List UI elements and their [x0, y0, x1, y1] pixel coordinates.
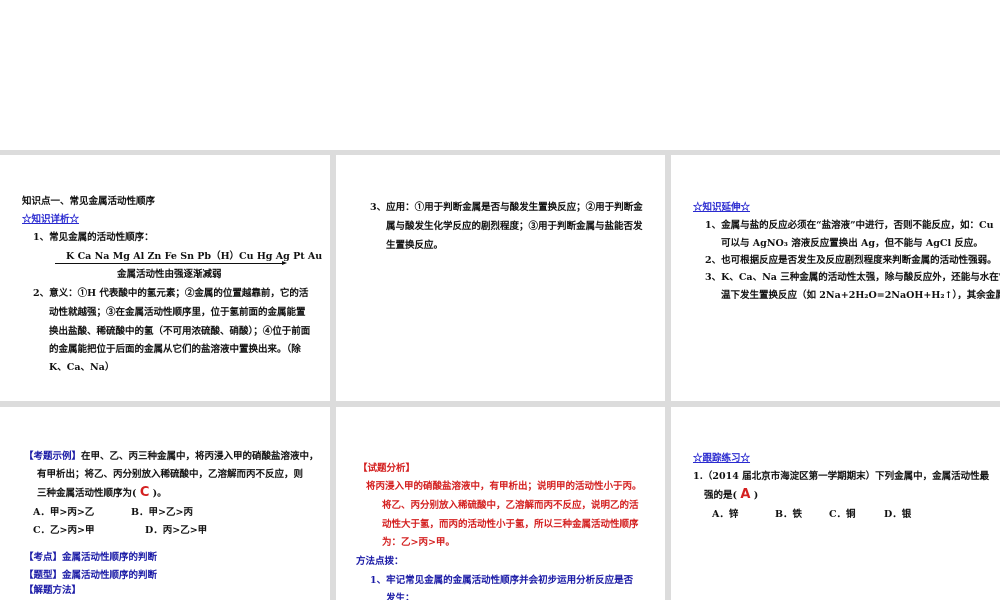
item-2-line: 的金属能把位于后面的金属从它们的盐溶液中置换出来。（除 [49, 344, 301, 355]
option-a: A．甲>丙>乙 [33, 507, 95, 518]
analysis-line: 将乙、丙分别放入稀硫酸中，乙溶解而丙不反应，说明乙的活 [382, 500, 639, 511]
option-b: B．甲>乙>丙 [131, 507, 193, 518]
top-blank-area [0, 0, 1000, 150]
option-d: D．银 [884, 509, 912, 520]
extension-line: 可以与 AgNO₃ 溶液反应置换出 Ag，但不能与 AgCl 反应。 [721, 238, 983, 249]
question-line: 有甲析出；将乙、丙分别放入稀硫酸中，乙溶解而丙不反应，则 [37, 469, 304, 480]
question-line: 【考题示例】在甲、乙、丙三种金属中，将丙浸入甲的硝酸盐溶液中， [24, 448, 319, 462]
example-tag: 【考题示例】 [24, 451, 82, 462]
solution-method: 【解题方法】 [24, 585, 82, 596]
question-text: 在甲、乙、丙三种金属中，将丙浸入甲的硝酸盐溶液中， [81, 451, 319, 462]
method-line: 1、牢记常见金属的金属活动性顺序并会初步运用分析反应是否 [370, 575, 634, 586]
extension-line: 1、金属与盐的反应必须在“盐溶液”中进行，否则不能反应，如：Cu [705, 220, 994, 231]
panel-example-question: 【考题示例】在甲、乙、丙三种金属中，将丙浸入甲的硝酸盐溶液中， 有甲析出；将乙、… [0, 407, 330, 600]
answer-mark: C [139, 485, 150, 500]
analysis-line: 为：乙>丙>甲。 [382, 537, 455, 548]
extension-line: 3、K、Ca、Na 三种金属的活动性太强，除与酸反应外，还能与水在常 [705, 272, 1000, 283]
analysis-line: 动性大于氢，而丙的活动性小于氢，所以三种金属活动性顺序 [382, 519, 639, 530]
arrow-label: 金属活动性由强逐渐减弱 [117, 269, 222, 280]
option-b: B．铁 [775, 509, 803, 520]
analysis-tag: 【试题分析】 [358, 463, 416, 474]
item-2-line: 2、意义：①H 代表酸中的氢元素；②金属的位置越靠前，它的活 [33, 288, 309, 299]
option-c: C．乙>丙>甲 [33, 525, 95, 536]
activity-series: K Ca Na Mg Al Zn Fe Sn Pb（H）Cu Hg Ag Pt … [66, 251, 323, 262]
method-tips: 方法点拨： [356, 556, 404, 567]
item-2-line: K、Ca、Na） [49, 362, 115, 373]
panel-analysis: 【试题分析】 将丙浸入甲的硝酸盐溶液中，有甲析出；说明甲的活动性小于丙。 将乙、… [336, 407, 665, 600]
question-text: 三种金属活动性顺序为( [37, 488, 137, 499]
practice-question: 强的是( A ) [704, 487, 758, 502]
option-c: C．铜 [829, 509, 856, 520]
exam-point: 【考点】金属活动性顺序的判断 [24, 552, 158, 563]
question-line: 三种金属活动性顺序为( C )。 [37, 485, 167, 500]
knowledge-detail-link[interactable]: ☆知识详析☆ [22, 211, 79, 225]
arrow-icon [55, 261, 287, 265]
question-type: 【题型】金属活动性顺序的判断 [24, 570, 158, 581]
analysis-line: 将丙浸入甲的硝酸盐溶液中，有甲析出；说明甲的活动性小于丙。 [366, 481, 642, 492]
question-text: ) [753, 490, 759, 501]
method-line: 发生； [386, 593, 415, 600]
panel-knowledge-point: 知识点一、常见金属活动性顺序 ☆知识详析☆ 1、常见金属的活动性顺序： K Ca… [0, 155, 330, 401]
panel-knowledge-extension: ☆知识延伸☆ 1、金属与盐的反应必须在“盐溶液”中进行，否则不能反应，如：Cu … [671, 155, 1000, 401]
answer-mark: A [740, 487, 751, 502]
option-a: A．锌 [712, 509, 739, 520]
practice-question: 1.（2014 届北京市海淀区第一学期期末）下列金属中，金属活动性最 [693, 471, 990, 482]
panel-practice: ☆跟踪练习☆ 1.（2014 届北京市海淀区第一学期期末）下列金属中，金属活动性… [671, 407, 1000, 600]
option-d: D．丙>乙>甲 [145, 525, 208, 536]
extension-line: 温下发生置换反应（如 2Na+2H₂O=2NaOH+H₂↑），其余金属则不能。 [721, 290, 1000, 301]
item-2-line: 动性就越强；③在金属活动性顺序里，位于氢前面的金属能置 [49, 307, 306, 318]
panel-application: 3、应用：①用于判断金属是否与酸发生置换反应；②用于判断金 属与酸发生化学反应的… [336, 155, 665, 401]
question-text: )。 [152, 488, 167, 499]
item-3-line: 生置换反应。 [386, 240, 444, 251]
extension-line: 2、也可根据反应是否发生及反应剧烈程度来判断金属的活动性强弱。 [705, 255, 997, 266]
knowledge-extension-link[interactable]: ☆知识延伸☆ [693, 199, 750, 213]
item-1: 1、常见金属的活动性顺序： [33, 232, 154, 243]
item-2-line: 换出盐酸、稀硫酸中的氢（不可用浓硫酸、硝酸）；④位于前面 [49, 326, 311, 337]
section-title: 知识点一、常见金属活动性顺序 [22, 196, 156, 207]
question-text: 强的是( [704, 490, 737, 501]
item-3-line: 3、应用：①用于判断金属是否与酸发生置换反应；②用于判断金 [370, 202, 643, 213]
item-3-line: 属与酸发生化学反应的剧烈程度；③用于判断金属与盐能否发 [386, 221, 643, 232]
practice-link[interactable]: ☆跟踪练习☆ [693, 450, 750, 464]
